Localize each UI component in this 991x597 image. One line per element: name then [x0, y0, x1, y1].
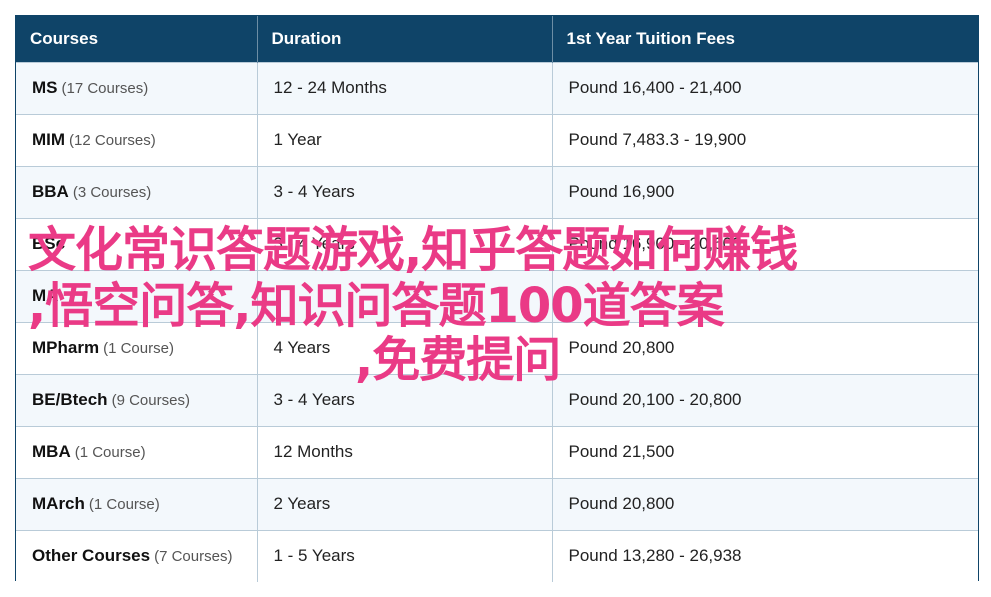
table-row: MBA (1 Course) 12 Months Pound 21,500 [16, 425, 978, 478]
fees-cell: Pound 16,900 - 20,600 [552, 217, 978, 270]
duration-cell: 2 Years [257, 477, 553, 530]
header-fees: 1st Year Tuition Fees [566, 28, 736, 48]
duration-cell: 3 - 4 Years [257, 373, 553, 426]
fees-cell: Pound 13,280 - 26,938 [552, 529, 978, 582]
duration-cell: 3 - 4 Years [257, 165, 553, 218]
table-row: MA [16, 269, 978, 322]
fees-cell: Pound 20,800 [552, 477, 978, 530]
fees-cell: Pound 20,100 - 20,800 [552, 373, 978, 426]
table-header: Courses Duration 1st Year Tuition Fees [16, 16, 978, 62]
course-cell: MPharm (1 Course) [16, 321, 258, 374]
course-name: BSc [32, 234, 66, 253]
course-name: BBA [32, 182, 69, 201]
course-count: (17 Courses) [61, 80, 149, 97]
tuition-table: Courses Duration 1st Year Tuition Fees M… [16, 16, 978, 582]
header-row: Courses Duration 1st Year Tuition Fees [16, 16, 978, 62]
duration-cell: 3 - 4 Years [257, 217, 553, 270]
course-count: (9 Courses) [111, 392, 190, 409]
course-name: MA [32, 286, 59, 305]
duration-cell: 1 - 5 Years [257, 529, 553, 582]
duration-cell: 12 - 24 Months [257, 61, 553, 114]
table-row: BBA (3 Courses) 3 - 4 Years Pound 16,900 [16, 165, 978, 218]
course-count: (1 Course) [88, 496, 160, 513]
course-cell: MArch (1 Course) [16, 477, 258, 530]
table-row: BSc 3 - 4 Years Pound 16,900 - 20,600 [16, 217, 978, 270]
course-name: MArch [32, 494, 85, 513]
course-cell: MIM (12 Courses) [16, 113, 258, 166]
course-cell: MA [16, 269, 258, 322]
course-cell: MS (17 Courses) [16, 61, 258, 114]
fees-cell: Pound 16,900 [552, 165, 978, 218]
duration-cell [257, 269, 553, 322]
course-name: MS [32, 78, 58, 97]
table-row: MIM (12 Courses) 1 Year Pound 7,483.3 - 1… [16, 113, 978, 166]
course-name: MIM [32, 130, 66, 149]
course-cell: MBA (1 Course) [16, 425, 258, 478]
fees-cell: Pound 21,500 [552, 425, 978, 478]
fees-cell: Pound 7,483.3 - 19,900 [552, 113, 978, 166]
course-count: (1 Course) [103, 340, 174, 357]
course-count: (3 Courses) [72, 184, 152, 201]
header-courses: Courses [16, 16, 258, 62]
duration-cell: 12 Months [257, 425, 553, 478]
fees-cell: Pound 20,800 [552, 321, 978, 374]
course-name: Other Courses [32, 546, 151, 566]
table-row: MArch (1 Course) 2 Years Pound 20,800 [16, 477, 978, 530]
course-cell: BBA (3 Courses) [16, 165, 258, 218]
fees-cell: Pound 16,400 - 21,400 [552, 61, 978, 114]
course-name: MBA [32, 442, 71, 461]
table-body: MS (17 Courses) 12 - 24 Months Pound 16,4… [16, 61, 978, 582]
course-cell: BE/Btech (9 Courses) [16, 373, 258, 426]
fees-cell [552, 269, 978, 322]
duration-cell: 1 Year [257, 113, 553, 166]
table-row: Other Courses (7 Courses) 1 - 5 Years Pou… [16, 529, 978, 582]
table-row: MPharm (1 Course) 4 Years Pound 20,800 [16, 321, 978, 374]
table-row: BE/Btech (9 Courses) 3 - 4 Years Pound 20… [16, 373, 978, 426]
duration-cell: 4 Years [257, 321, 553, 374]
header-duration: Duration [257, 16, 553, 62]
course-name: BE/Btech [32, 390, 108, 409]
course-cell: Other Courses (7 Courses) [16, 529, 258, 582]
course-name: MPharm [32, 338, 100, 357]
tuition-table-container: Courses Duration 1st Year Tuition Fees M… [15, 15, 979, 582]
course-cell: BSc [16, 217, 258, 270]
course-count: (12 Courses) [69, 132, 156, 149]
course-count: (7 Courses) [154, 548, 233, 566]
table-row: MS (17 Courses) 12 - 24 Months Pound 16,4… [16, 61, 978, 114]
course-count: (1 Course) [74, 444, 146, 461]
